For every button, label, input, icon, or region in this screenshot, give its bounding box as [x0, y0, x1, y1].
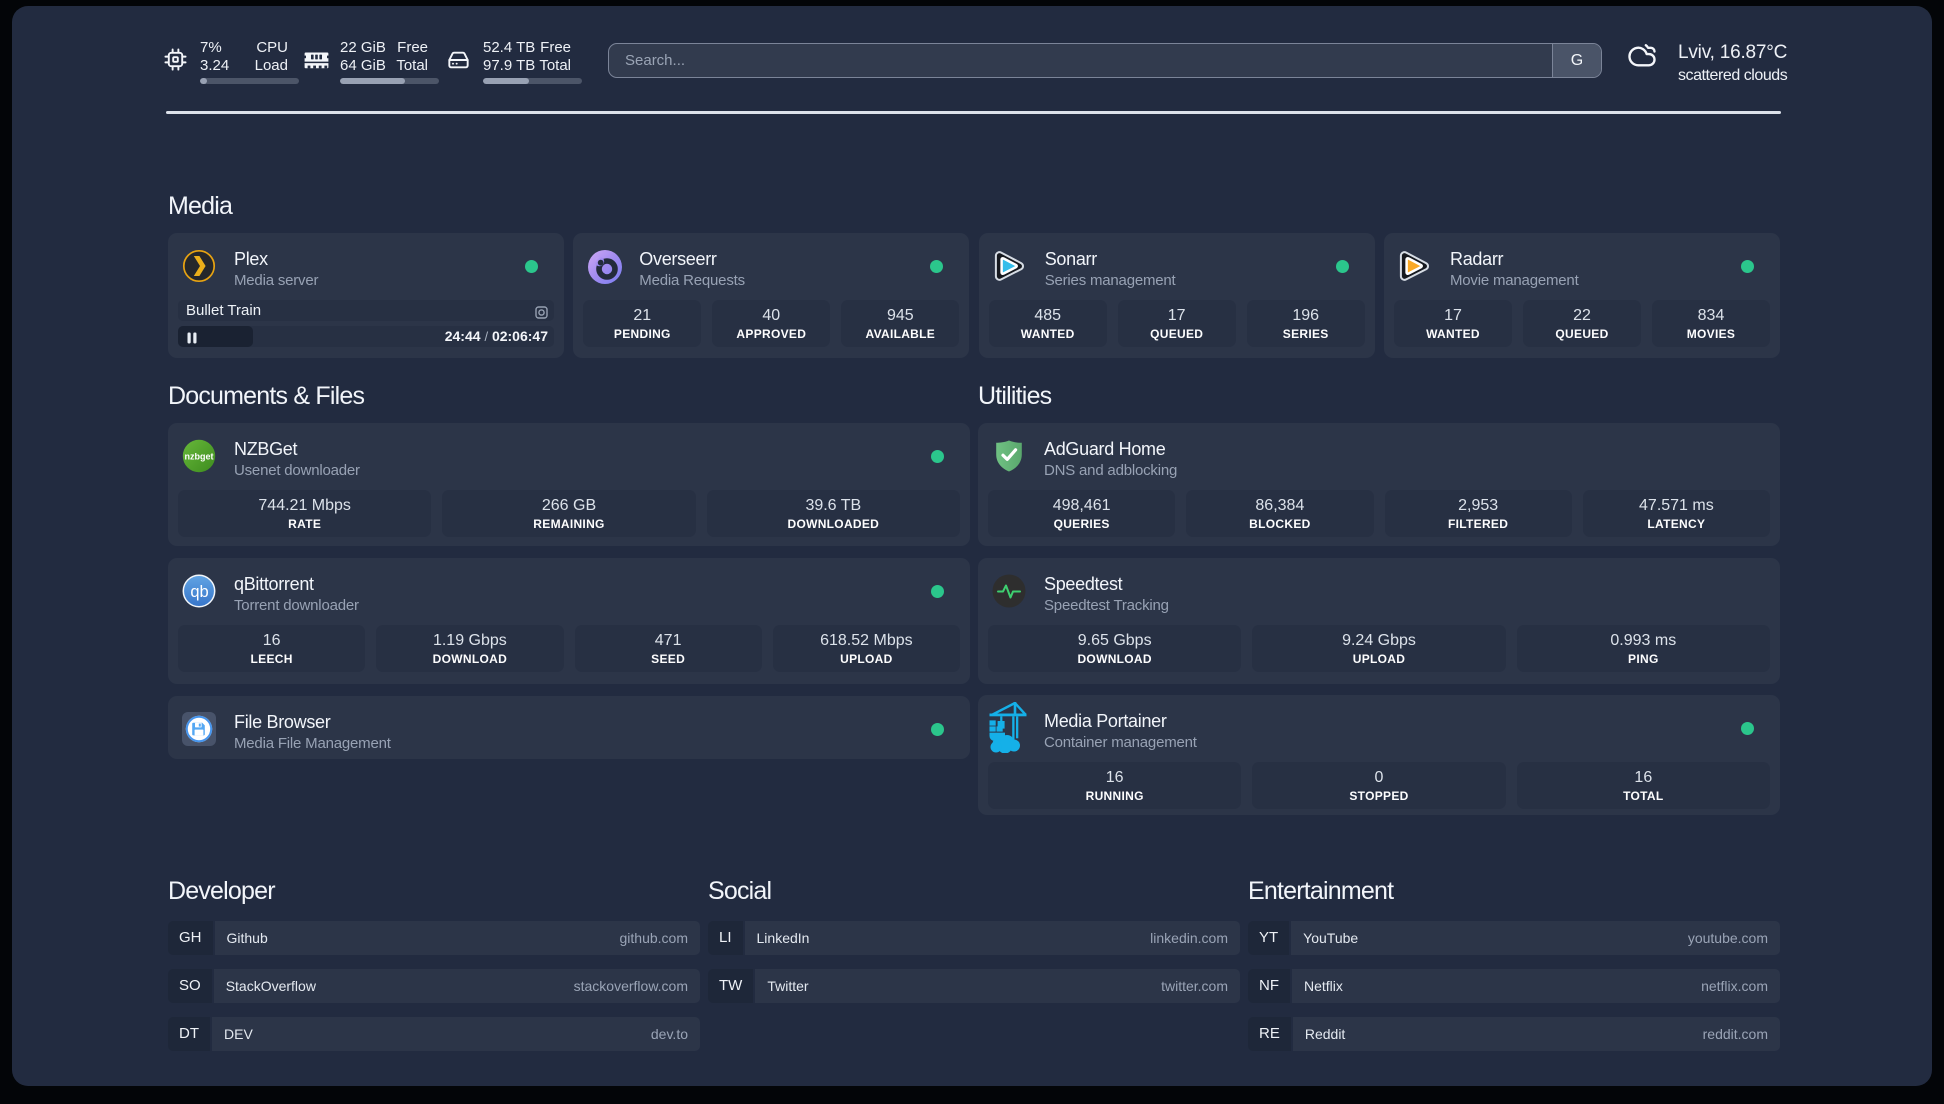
svg-text:nzbget: nzbget: [185, 452, 214, 462]
svg-text:qb: qb: [190, 583, 208, 601]
